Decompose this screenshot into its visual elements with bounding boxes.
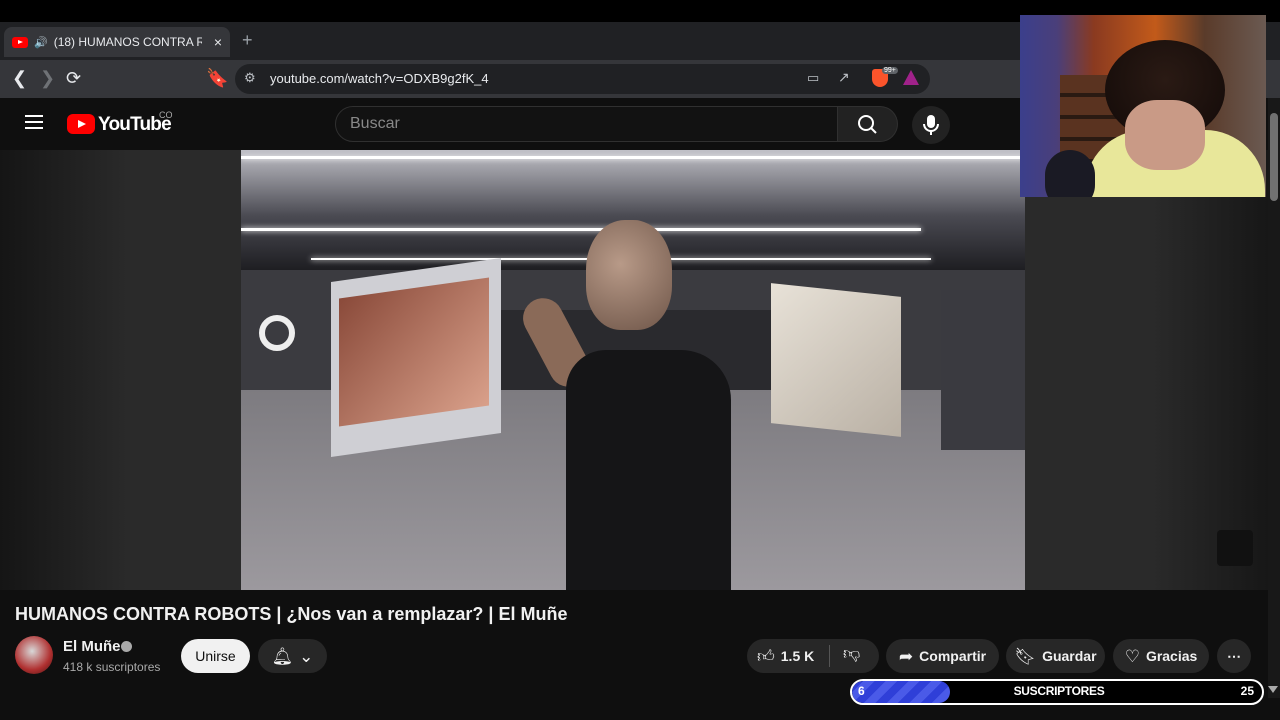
scroll-down-arrow-icon[interactable] (1268, 686, 1278, 693)
more-actions-button[interactable]: ⋯ (1217, 639, 1251, 673)
channel-name[interactable]: El Muñe (63, 638, 121, 655)
close-tab-icon[interactable]: × (214, 34, 222, 50)
channel-watermark-icon[interactable] (1217, 530, 1253, 566)
search-button[interactable] (838, 106, 898, 142)
video-scene-presenter-body (566, 350, 731, 590)
video-scene-presenter-head (586, 220, 672, 330)
country-code: CO (159, 110, 173, 120)
subscriber-goal-bar: 6 SUSCRIPTORES 25 (850, 679, 1264, 705)
cast-icon[interactable]: ▭ (807, 70, 819, 86)
search-icon (858, 115, 877, 134)
verified-icon (121, 641, 132, 652)
thanks-label: Gracias (1145, 648, 1198, 664)
thanks-button[interactable]: ♡ Gracias (1113, 639, 1209, 673)
url-text[interactable]: youtube.com/watch?v=ODXB9g2fK_4 (270, 71, 489, 86)
dislike-icon[interactable]: 👎︎ (843, 645, 860, 662)
join-button[interactable]: Unirse (181, 639, 250, 673)
site-settings-icon[interactable]: ⚙ (244, 70, 256, 86)
scrollbar-thumb[interactable] (1270, 113, 1278, 201)
microphone-icon (923, 115, 939, 135)
bookmark-icon[interactable]: 🔖 (206, 68, 228, 88)
subscriber-count: 418 k suscriptores (63, 660, 161, 674)
voice-search-button[interactable] (912, 106, 950, 144)
share-arrow-icon: ➦ (898, 646, 914, 666)
webcam-face (1125, 100, 1205, 170)
save-button[interactable]: 🔖︎ Guardar (1006, 639, 1105, 673)
forward-icon[interactable]: ❯ (40, 68, 55, 88)
youtube-logo-icon[interactable] (67, 114, 95, 134)
subscriber-goal-target: 25 (1240, 684, 1254, 698)
like-count[interactable]: 1.5 K (781, 648, 814, 664)
brave-rewards-icon[interactable] (903, 70, 919, 85)
share-button[interactable]: ➦ Compartir (886, 639, 999, 673)
channel-avatar[interactable] (15, 636, 53, 674)
video-scene-light (241, 156, 1025, 159)
screen: 🔊 (18) HUMANOS CONTRA ROBOTS | ¿Nos van … (0, 0, 1280, 720)
speaker-icon[interactable]: 🔊 (34, 36, 48, 49)
reload-icon[interactable]: ⟳ (66, 68, 81, 88)
menu-icon[interactable] (25, 115, 43, 129)
share-label: Compartir (919, 648, 987, 664)
more-icon: ⋯ (1227, 647, 1241, 664)
video-title: HUMANOS CONTRA ROBOTS | ¿Nos van a rempl… (15, 604, 568, 624)
back-icon[interactable]: ❮ (12, 68, 27, 88)
bell-icon: 🔔︎ (271, 646, 294, 666)
browser-tab[interactable]: 🔊 (18) HUMANOS CONTRA ROBOTS | ¿Nos van … (4, 27, 230, 57)
video-scene-presenter (516, 220, 736, 590)
address-bar[interactable]: ⚙ youtube.com/watch?v=ODXB9g2fK_4 ▭ ↗ 99… (235, 64, 930, 94)
brave-shields-count: 99+ (882, 67, 898, 74)
like-icon[interactable]: 👍︎ (757, 648, 775, 665)
video-scene-side-panel (941, 290, 1025, 450)
save-label: Guardar (1042, 648, 1097, 664)
streamer-webcam (1020, 15, 1266, 197)
subscriber-goal-label: SUSCRIPTORES (1013, 684, 1105, 698)
video-scene-right-exhibit (771, 283, 901, 437)
like-dislike-group: 👍︎ 1.5 K 👎︎ (747, 639, 879, 673)
search-input[interactable] (350, 113, 820, 135)
like-divider (829, 645, 830, 667)
notification-bell-button[interactable]: 🔔︎ ⌄ (258, 639, 327, 673)
chevron-down-icon: ⌄ (299, 646, 314, 666)
new-tab-button[interactable]: + (242, 30, 253, 51)
video-scene-logo-ring (259, 315, 295, 351)
youtube-favicon-icon (12, 36, 28, 48)
search-box (335, 106, 838, 142)
video-scene-robot-display (339, 277, 489, 427)
tab-title: (18) HUMANOS CONTRA ROBOTS | ¿Nos van a … (53, 35, 202, 49)
save-playlist-icon: 🔖︎ (1014, 646, 1037, 666)
webcam-microphone (1045, 150, 1095, 197)
super-thanks-icon: ♡ (1124, 646, 1140, 666)
video-player[interactable] (241, 150, 1025, 590)
